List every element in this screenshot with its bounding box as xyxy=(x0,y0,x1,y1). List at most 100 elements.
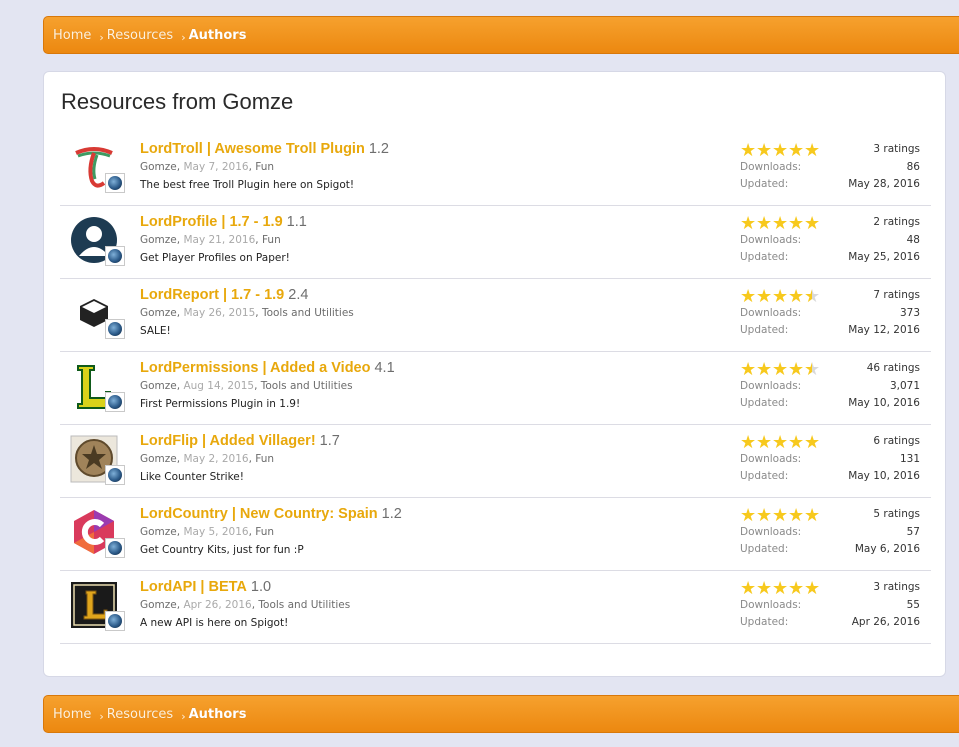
star-icon: ★ xyxy=(740,578,757,599)
resource-title-link[interactable]: LordTroll | Awesome Troll Plugin xyxy=(140,141,365,157)
resource-row: LordTroll | Awesome Troll Plugin 1.2 Gomz… xyxy=(60,133,931,206)
resource-stats: ★ ★ ★ ★ ★ 5 ratings Downloads: 57 Updated: M… xyxy=(740,506,920,562)
downloads-value: 131 xyxy=(899,453,920,465)
downloads-label: Downloads: xyxy=(740,526,802,538)
author-avatar[interactable] xyxy=(105,538,125,558)
resource-title: LordCountry | New Country: Spain 1.2 xyxy=(140,506,402,522)
release-date: May 21, 2016 xyxy=(183,234,256,246)
downloads-value: 3,071 xyxy=(889,380,920,392)
resource-title: LordAPI | BETA 1.0 xyxy=(140,579,271,595)
breadcrumb-home[interactable]: Home xyxy=(53,707,91,722)
resource-icon[interactable] xyxy=(70,435,125,485)
updated-label: Updated: xyxy=(740,543,789,555)
author-link[interactable]: Gomze xyxy=(140,234,177,246)
category-link[interactable]: Fun xyxy=(255,453,274,465)
author-link[interactable]: Gomze xyxy=(140,161,177,173)
category-link[interactable]: Tools and Utilities xyxy=(258,599,350,611)
release-date: May 2, 2016 xyxy=(183,453,249,465)
downloads-label: Downloads: xyxy=(740,234,802,246)
chevron-right-icon: › xyxy=(181,30,186,44)
star-icon: ★ xyxy=(804,578,821,599)
resource-row: LordPermissions | Added a Video 4.1 Gomze… xyxy=(60,352,931,425)
resource-description: Get Country Kits, just for fun :P xyxy=(140,544,304,556)
resource-title-link[interactable]: LordCountry | New Country: Spain xyxy=(140,506,378,522)
star-icon: ★ xyxy=(756,140,773,161)
updated-value: May 6, 2016 xyxy=(854,543,920,555)
resource-title-link[interactable]: LordProfile | 1.7 - 1.9 xyxy=(140,214,283,230)
resource-stats: ★ ★ ★ ★ ★ 2 ratings Downloads: 48 Updated: M… xyxy=(740,214,920,270)
category-link[interactable]: Fun xyxy=(255,161,274,173)
rating-stars: ★ ★ ★ ★ ★ xyxy=(740,580,820,598)
star-icon: ★ xyxy=(788,286,805,307)
resource-icon[interactable] xyxy=(70,143,125,193)
author-link[interactable]: Gomze xyxy=(140,380,177,392)
breadcrumb-top: Home › Resources › Authors xyxy=(43,16,959,54)
breadcrumb-authors[interactable]: Authors xyxy=(189,707,247,722)
resource-icon[interactable] xyxy=(70,581,125,631)
resource-stats: ★ ★ ★ ★ ★ 3 ratings Downloads: 86 Updated: M… xyxy=(740,141,920,197)
category-link[interactable]: Tools and Utilities xyxy=(261,380,353,392)
ratings-count: 3 ratings xyxy=(873,143,920,155)
category-link[interactable]: Fun xyxy=(262,234,281,246)
category-link[interactable]: Fun xyxy=(255,526,274,538)
author-link[interactable]: Gomze xyxy=(140,307,177,319)
author-link[interactable]: Gomze xyxy=(140,453,177,465)
author-link[interactable]: Gomze xyxy=(140,599,177,611)
star-icon: ★ xyxy=(772,140,789,161)
updated-label: Updated: xyxy=(740,178,789,190)
downloads-value: 55 xyxy=(906,599,920,611)
resource-description: Like Counter Strike! xyxy=(140,471,244,483)
resource-description: The best free Troll Plugin here on Spigo… xyxy=(140,179,355,191)
resource-icon[interactable] xyxy=(70,216,125,266)
breadcrumb-home[interactable]: Home xyxy=(53,28,91,43)
author-avatar[interactable] xyxy=(105,173,125,193)
downloads-value: 86 xyxy=(906,161,920,173)
author-avatar[interactable] xyxy=(105,392,125,412)
resource-title-link[interactable]: LordAPI | BETA xyxy=(140,579,247,595)
downloads-label: Downloads: xyxy=(740,161,802,173)
star-icon: ★ xyxy=(740,359,757,380)
author-link[interactable]: Gomze xyxy=(140,526,177,538)
resource-title-link[interactable]: LordFlip | Added Villager! xyxy=(140,433,316,449)
resource-meta: Gomze, Apr 26, 2016, Tools and Utilities xyxy=(140,599,351,611)
resource-icon[interactable] xyxy=(70,289,125,339)
resource-meta: Gomze, May 7, 2016, Fun xyxy=(140,161,275,173)
updated-label: Updated: xyxy=(740,397,789,409)
star-icon: ★ xyxy=(756,505,773,526)
updated-value: Apr 26, 2016 xyxy=(851,616,920,628)
author-avatar[interactable] xyxy=(105,319,125,339)
breadcrumb-authors[interactable]: Authors xyxy=(189,28,247,43)
breadcrumb-resources[interactable]: Resources xyxy=(107,707,173,722)
resource-version: 1.7 xyxy=(319,433,340,449)
resource-version: 1.1 xyxy=(286,214,307,230)
star-icon: ★ xyxy=(804,140,821,161)
ratings-count: 3 ratings xyxy=(873,581,920,593)
star-icon: ★ xyxy=(788,505,805,526)
breadcrumb-resources[interactable]: Resources xyxy=(107,28,173,43)
rating-stars: ★ ★ ★ ★ ★ xyxy=(740,434,820,452)
star-icon: ★ xyxy=(772,505,789,526)
resource-title-link[interactable]: LordPermissions | Added a Video xyxy=(140,360,370,376)
resource-stats: ★ ★ ★ ★ ★ 6 ratings Downloads: 131 Updated: … xyxy=(740,433,920,489)
star-icon: ★ xyxy=(772,359,789,380)
star-icon: ★ xyxy=(772,286,789,307)
star-icon: ★ xyxy=(740,286,757,307)
author-avatar[interactable] xyxy=(105,246,125,266)
downloads-value: 373 xyxy=(899,307,920,319)
resource-icon[interactable] xyxy=(70,508,125,558)
ratings-count: 2 ratings xyxy=(873,216,920,228)
resource-icon[interactable] xyxy=(70,362,125,412)
resource-title-link[interactable]: LordReport | 1.7 - 1.9 xyxy=(140,287,284,303)
star-icon: ★ xyxy=(788,578,805,599)
updated-value: May 10, 2016 xyxy=(848,397,920,409)
resource-row: LordReport | 1.7 - 1.9 2.4 Gomze, May 26,… xyxy=(60,279,931,352)
star-icon: ★ xyxy=(804,213,821,234)
star-icon: ★ xyxy=(740,140,757,161)
author-avatar[interactable] xyxy=(105,611,125,631)
category-link[interactable]: Tools and Utilities xyxy=(262,307,354,319)
resource-meta: Gomze, May 21, 2016, Fun xyxy=(140,234,281,246)
resource-row: LordProfile | 1.7 - 1.9 1.1 Gomze, May 21… xyxy=(60,206,931,279)
star-icon: ★ xyxy=(788,432,805,453)
rating-stars: ★ ★ ★ ★ ★ xyxy=(740,215,820,233)
author-avatar[interactable] xyxy=(105,465,125,485)
